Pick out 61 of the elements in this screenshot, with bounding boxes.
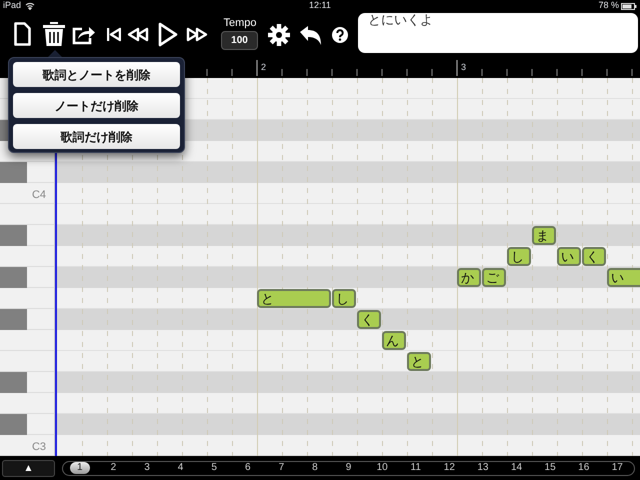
battery-percent: 78 % <box>598 0 619 12</box>
note-block[interactable]: い <box>557 247 581 266</box>
note-block[interactable]: と <box>407 352 431 371</box>
help-icon[interactable] <box>332 27 348 43</box>
note-block[interactable]: い <box>607 268 640 287</box>
measure-number[interactable]: 6 <box>244 462 251 474</box>
measure-number[interactable]: 16 <box>578 462 590 474</box>
sharp-key[interactable] <box>0 267 27 288</box>
note-block[interactable]: ん <box>382 331 406 350</box>
trash-icon[interactable] <box>42 21 66 47</box>
lyrics-text-area[interactable]: とにいくよ <box>358 13 638 53</box>
measure-number[interactable]: 12 <box>444 462 455 474</box>
measure-number[interactable]: 5 <box>211 462 217 474</box>
measure-number[interactable]: 10 <box>376 462 388 474</box>
menu-button[interactable]: 歌詞とノートを削除 <box>13 62 180 87</box>
tempo-label: Tempo <box>222 16 258 31</box>
note-block[interactable]: か <box>457 268 481 287</box>
new-document-icon[interactable] <box>14 22 31 46</box>
note-block[interactable]: く <box>357 310 381 329</box>
scroll-up-button[interactable]: ▲ <box>2 460 55 476</box>
measure-number[interactable]: 11 <box>410 462 421 474</box>
measure-number[interactable]: 7 <box>278 462 284 474</box>
measure-number[interactable]: 17 <box>612 462 623 474</box>
note-block[interactable]: ま <box>532 226 556 245</box>
bar-number: 3 <box>461 61 466 74</box>
measure-number[interactable]: 9 <box>346 462 352 474</box>
key-label: C3 <box>32 440 46 455</box>
skip-to-start-icon[interactable] <box>107 27 121 42</box>
tempo-value-button[interactable]: 100 <box>221 31 258 50</box>
menu-button[interactable]: 歌詞だけ削除 <box>13 124 180 149</box>
settings-icon[interactable] <box>268 24 290 46</box>
measure-number[interactable]: 8 <box>312 462 318 474</box>
sharp-key[interactable] <box>0 414 27 435</box>
measure-number[interactable]: 15 <box>544 462 556 474</box>
fast-forward-icon[interactable] <box>186 27 208 42</box>
measure-number[interactable]: 14 <box>510 462 522 474</box>
note-block[interactable]: と <box>257 289 331 308</box>
play-icon[interactable] <box>158 22 178 47</box>
menu-button[interactable]: ノートだけ削除 <box>13 93 180 118</box>
battery-icon <box>621 2 637 10</box>
measure-number[interactable]: 3 <box>144 462 150 474</box>
share-icon[interactable] <box>72 24 96 45</box>
measure-number[interactable]: 4 <box>178 462 184 474</box>
rewind-icon[interactable] <box>127 27 149 42</box>
carrier-label: iPad <box>3 0 22 12</box>
clock-time: 12:11 <box>309 0 331 12</box>
key-label: C4 <box>32 188 46 203</box>
note-block[interactable]: ご <box>482 268 506 287</box>
undo-icon[interactable] <box>299 25 323 46</box>
note-block[interactable]: く <box>582 247 606 266</box>
measure-number[interactable]: 13 <box>477 462 488 474</box>
note-block[interactable]: し <box>507 247 531 266</box>
bar-number: 2 <box>261 61 266 74</box>
sharp-key[interactable] <box>0 309 27 330</box>
measure-number[interactable]: 1 <box>70 462 90 474</box>
wifi-icon <box>25 2 36 10</box>
measure-number[interactable]: 2 <box>110 462 116 474</box>
sharp-key[interactable] <box>0 372 27 393</box>
sharp-key[interactable] <box>0 225 27 246</box>
note-block[interactable]: し <box>332 289 356 308</box>
sharp-key[interactable] <box>0 162 27 183</box>
